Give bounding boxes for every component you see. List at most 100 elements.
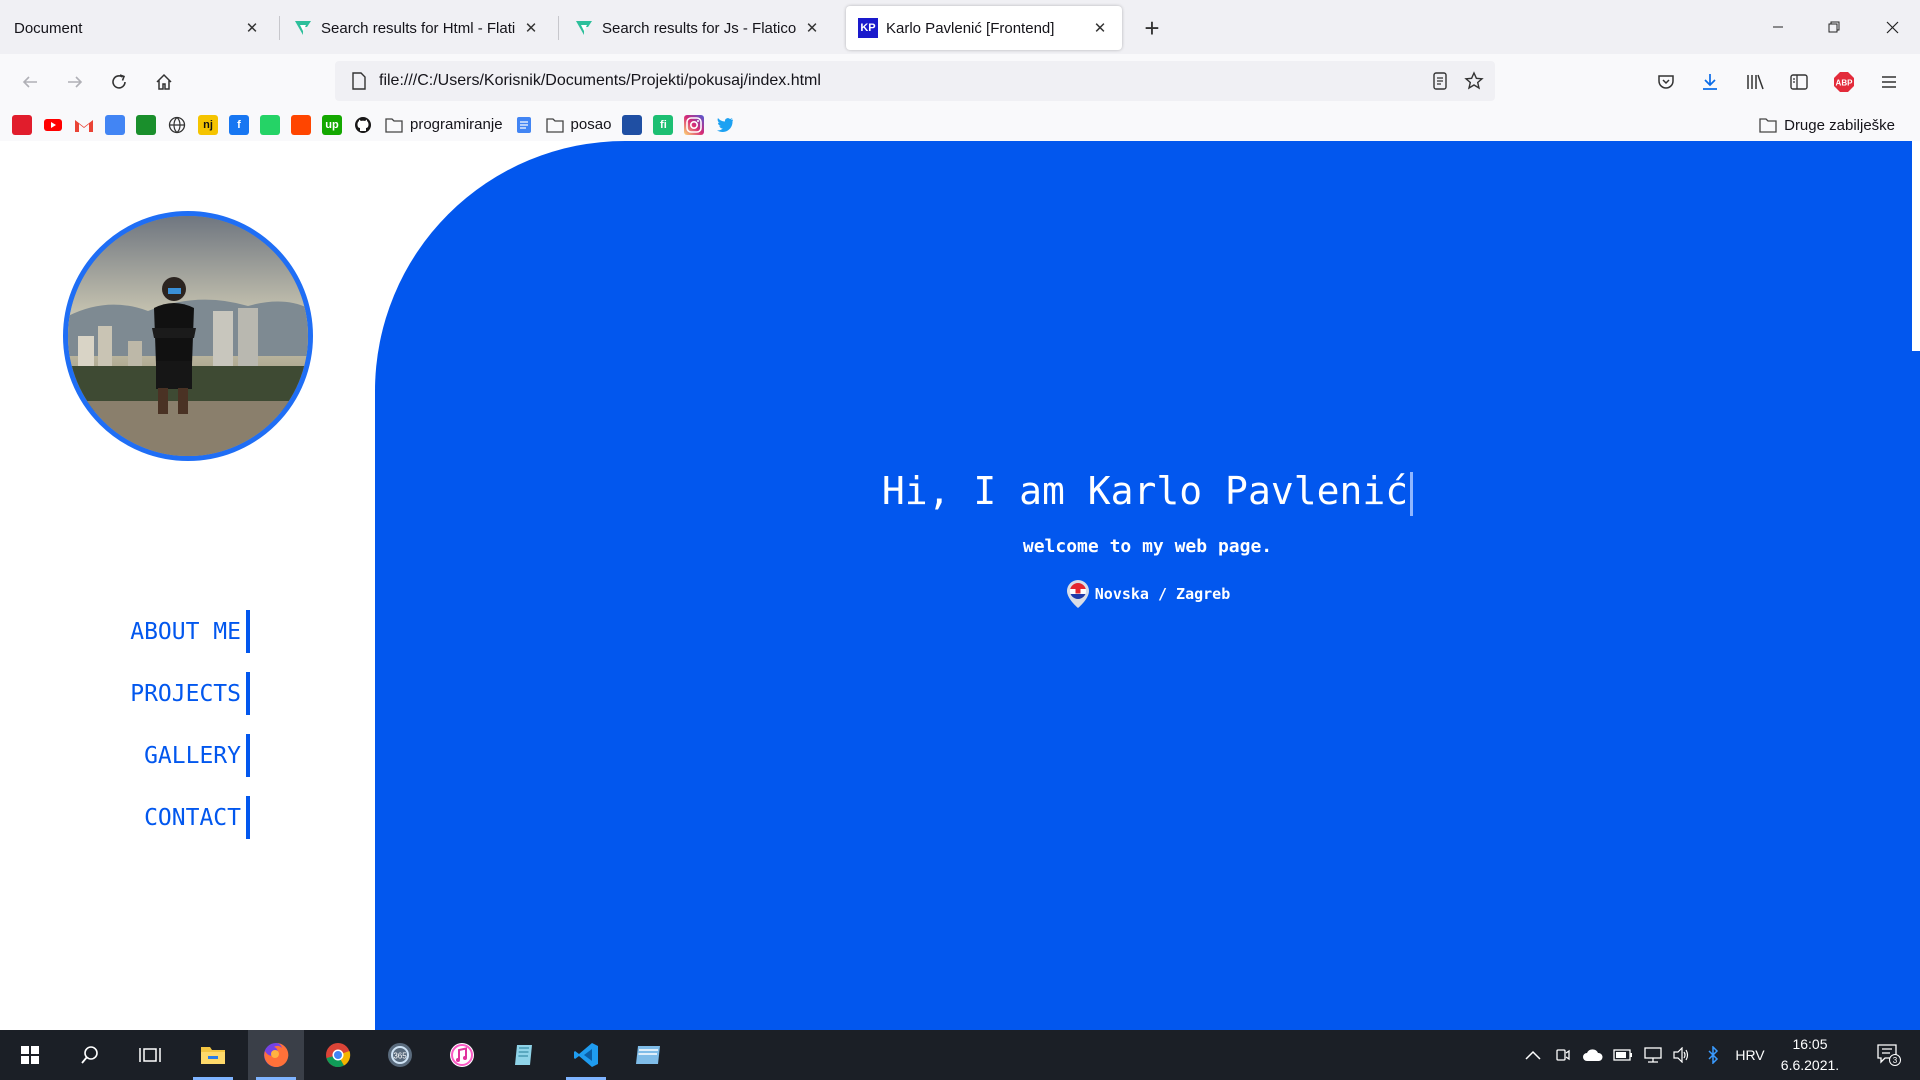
itunes-icon[interactable] (434, 1030, 490, 1080)
svg-text:365: 365 (393, 1052, 407, 1061)
minimize-button[interactable] (1750, 0, 1806, 54)
url-text[interactable]: file:///C:/Users/Korisnik/Documents/Proj… (379, 72, 1423, 90)
downloads-icon[interactable] (1694, 66, 1726, 98)
bookmark-item[interactable] (353, 112, 373, 138)
scrollbar-thumb[interactable] (1912, 141, 1920, 351)
folder-icon (384, 115, 404, 135)
notification-count: 3 (1893, 1056, 1898, 1065)
menu-gallery[interactable]: GALLERY (110, 734, 250, 777)
volume-icon[interactable] (1668, 1030, 1694, 1080)
tab-document[interactable]: Document ✕ (2, 6, 274, 50)
tab-strip: Document ✕ Search results for Html - Fla… (0, 0, 1920, 54)
tab-separator (558, 16, 559, 40)
tab-title: Karlo Pavlenić [Frontend] (886, 19, 1055, 37)
bookmark-item[interactable] (74, 112, 94, 138)
bookmark-item[interactable] (684, 112, 705, 138)
adblock-plus-icon[interactable]: ABP (1828, 66, 1860, 98)
tab-separator (279, 16, 280, 40)
bookmark-item[interactable]: f (229, 112, 249, 138)
bookmark-item[interactable] (136, 112, 156, 138)
other-bookmarks-label: Druge zabilješke (1784, 116, 1895, 134)
bookmark-item[interactable] (43, 112, 63, 138)
bookmark-item[interactable]: nj (198, 112, 218, 138)
other-bookmarks[interactable]: Druge zabilješke (1758, 112, 1895, 138)
bookmark-item[interactable]: up (322, 112, 342, 138)
onedrive-icon[interactable] (1578, 1030, 1608, 1080)
kp-icon: KP (858, 18, 878, 38)
menu-icon[interactable] (1873, 66, 1905, 98)
bookmark-star-icon[interactable] (1457, 64, 1491, 98)
bookmark-item[interactable] (12, 112, 32, 138)
close-icon[interactable]: ✕ (802, 18, 822, 38)
app-notes-icon[interactable] (496, 1030, 552, 1080)
whatsapp-icon (260, 114, 280, 135)
menu-projects[interactable]: PROJECTS (110, 672, 250, 715)
home-button[interactable] (148, 66, 180, 98)
bookmark-item[interactable] (514, 112, 534, 138)
chrome-icon[interactable] (310, 1030, 366, 1080)
start-button[interactable] (2, 1030, 58, 1080)
hero-heading: Hi, I am Karlo Pavlenić (375, 469, 1920, 516)
notifications-button[interactable]: 3 (1866, 1030, 1912, 1080)
close-icon[interactable]: ✕ (242, 18, 262, 38)
facebook-icon: f (229, 114, 249, 135)
sidebar-icon[interactable] (1783, 66, 1815, 98)
language-indicator[interactable]: HRV (1730, 1030, 1770, 1080)
twitter-icon (715, 115, 735, 135)
bookmark-posao[interactable]: posao (545, 112, 612, 138)
clock[interactable]: 16:05 6.6.2021. (1775, 1034, 1845, 1076)
app-icon-green (136, 114, 156, 135)
bookmark-item[interactable] (291, 112, 311, 138)
tab-title: Search results for Js - Flaticon (602, 19, 796, 37)
bookmark-item[interactable] (105, 112, 125, 138)
close-window-button[interactable] (1864, 0, 1920, 54)
location-text: Novska / Zagreb (1094, 585, 1231, 603)
file-explorer-icon[interactable] (185, 1030, 241, 1080)
bookmark-item[interactable] (167, 112, 187, 138)
library-icon[interactable] (1739, 66, 1771, 98)
task-view-icon[interactable] (122, 1030, 178, 1080)
bookmark-item[interactable] (260, 112, 280, 138)
upwork-icon: up (322, 114, 342, 135)
folder-icon (1758, 115, 1778, 135)
address-bar[interactable]: file:///C:/Users/Korisnik/Documents/Proj… (335, 61, 1495, 101)
tab-karlo-frontend[interactable]: KP Karlo Pavlenić [Frontend] ✕ (846, 6, 1122, 50)
clock-date: 6.6.2021. (1780, 1057, 1840, 1073)
close-icon[interactable]: ✕ (1090, 18, 1110, 38)
reader-view-icon[interactable] (1423, 64, 1457, 98)
youtube-icon (43, 115, 63, 135)
app-window-icon[interactable] (620, 1030, 676, 1080)
tab-title: Search results for Html - Flatico (321, 19, 515, 37)
network-icon[interactable] (1640, 1030, 1666, 1080)
restore-button[interactable] (1806, 0, 1862, 54)
search-icon[interactable] (62, 1030, 118, 1080)
bookmark-label: posao (570, 116, 612, 133)
bookmark-item[interactable] (715, 112, 735, 138)
firefox-icon[interactable] (248, 1030, 304, 1080)
back-button[interactable] (14, 66, 46, 98)
menu-about-me[interactable]: ABOUT ME (110, 610, 250, 653)
battery-icon[interactable] (1610, 1030, 1636, 1080)
bookmark-item[interactable]: fi (653, 112, 674, 138)
close-icon[interactable]: ✕ (521, 18, 541, 38)
meet-now-icon[interactable] (1550, 1030, 1576, 1080)
bookmark-programiranje[interactable]: programiranje (384, 112, 503, 138)
app-xbox-icon[interactable]: 365 (372, 1030, 428, 1080)
bookmarks-toolbar: nj f up programiranje posao fi Druge zabilješk… (0, 108, 1920, 142)
vscode-icon[interactable] (558, 1030, 614, 1080)
forward-button[interactable] (59, 66, 91, 98)
location-pin-icon (1066, 580, 1089, 608)
pocket-icon[interactable] (1650, 66, 1682, 98)
taskbar: 365 HRV 16:05 6.6.2021. 3 (0, 1030, 1920, 1080)
tab-search-js[interactable]: Search results for Js - Flaticon ✕ (562, 6, 834, 50)
location: Novska / Zagreb (375, 579, 1920, 609)
tab-search-html[interactable]: Search results for Html - Flatico ✕ (281, 6, 553, 50)
chevron-up-icon[interactable] (1520, 1030, 1546, 1080)
menu-contact[interactable]: CONTACT (110, 796, 250, 839)
reload-button[interactable] (103, 66, 135, 98)
new-tab-button[interactable]: + (1138, 13, 1166, 43)
bluetooth-icon[interactable] (1700, 1030, 1726, 1080)
instagram-icon (684, 114, 705, 135)
hero-title-text: Hi, I am Karlo Pavlenić (881, 469, 1409, 513)
bookmark-item[interactable] (622, 112, 643, 138)
